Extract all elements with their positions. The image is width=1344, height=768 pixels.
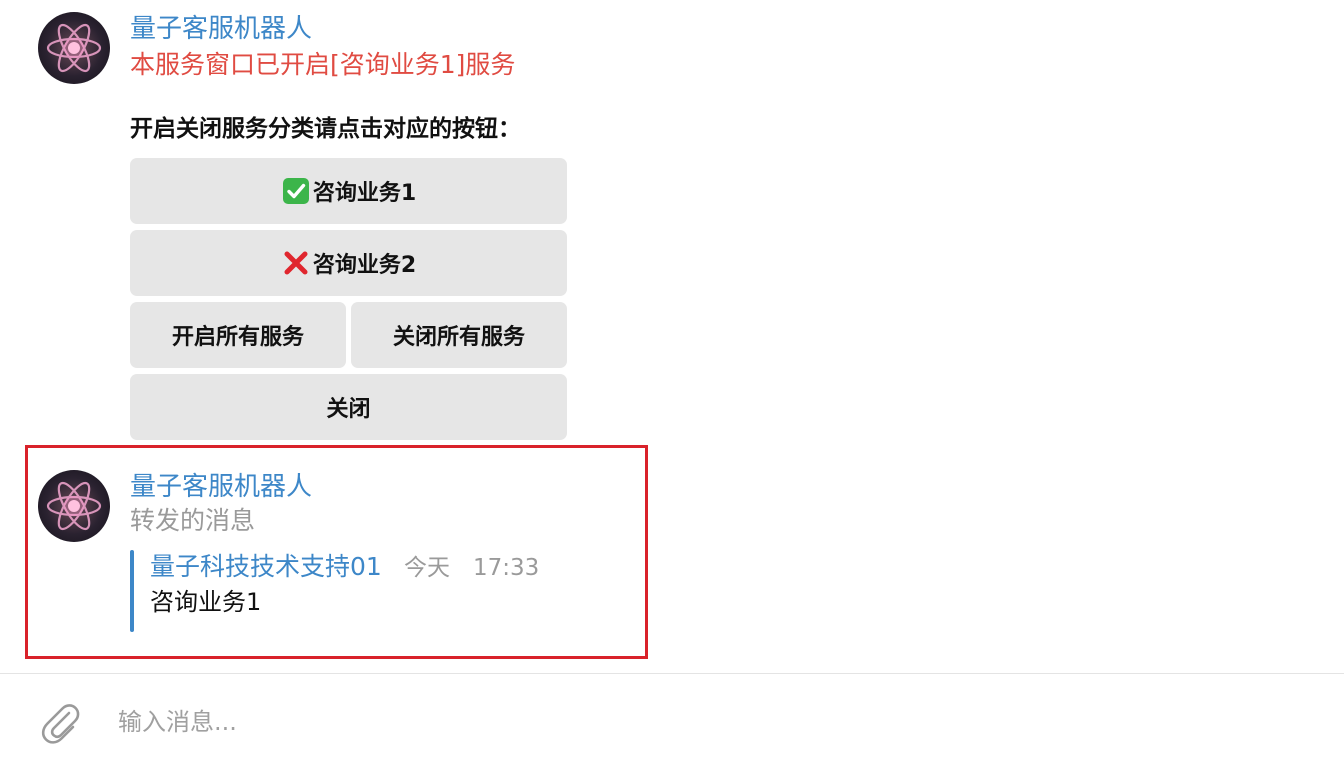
close-all-services-button[interactable]: 关闭所有服务 — [351, 302, 567, 368]
forwarded-label: 转发的消息 — [130, 506, 256, 535]
cross-icon — [281, 248, 311, 278]
bot-avatar[interactable] — [38, 12, 110, 84]
atom-avatar-icon — [46, 481, 102, 531]
forwarded-time: 17:33 — [473, 555, 540, 581]
open-all-services-button[interactable]: 开启所有服务 — [130, 302, 346, 368]
service1-label: 咨询业务1 — [312, 181, 417, 206]
sender-name-2[interactable]: 量子客服机器人 — [130, 472, 312, 502]
forwarded-message-text: 咨询业务1 — [150, 588, 262, 616]
service-status-text: 本服务窗口已开启[咨询业务1]服务 — [130, 50, 516, 79]
service2-label: 咨询业务2 — [312, 253, 417, 278]
chat-page: 量子客服机器人 本服务窗口已开启[咨询业务1]服务 开启关闭服务分类请点击对应的… — [0, 0, 1344, 768]
close-keyboard-button[interactable]: 关闭 — [130, 374, 567, 440]
atom-avatar-icon — [46, 23, 102, 73]
sender-name[interactable]: 量子客服机器人 — [130, 14, 312, 44]
forwarded-from-name[interactable]: 量子科技技术支持01 — [150, 552, 382, 582]
forwarded-date: 今天 — [404, 555, 450, 581]
check-icon — [281, 176, 311, 206]
service2-toggle-button[interactable]: 咨询业务2 — [130, 230, 567, 296]
message-input[interactable] — [110, 700, 1326, 744]
forward-quote-bar — [130, 550, 134, 632]
bot-avatar-2[interactable] — [38, 470, 110, 542]
paperclip-icon[interactable] — [36, 698, 84, 746]
keyboard-prompt: 开启关闭服务分类请点击对应的按钮： — [130, 116, 521, 142]
service1-toggle-button[interactable]: 咨询业务1 — [130, 158, 567, 224]
composer-divider — [0, 673, 1344, 674]
